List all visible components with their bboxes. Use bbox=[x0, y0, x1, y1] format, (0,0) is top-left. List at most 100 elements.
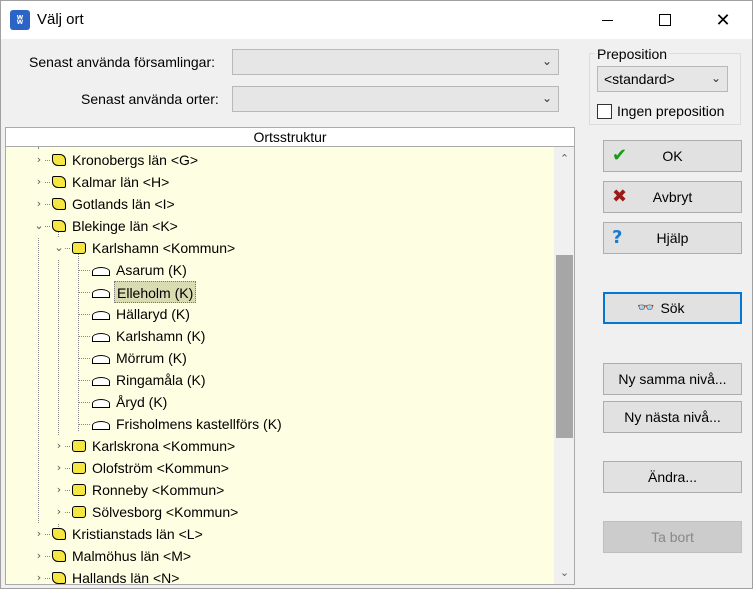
chevron-down-icon: ⌄ bbox=[541, 54, 552, 68]
tree-row-lan[interactable]: › Kristianstads län <L> bbox=[6, 523, 555, 545]
expand-chevron-icon[interactable]: › bbox=[54, 435, 64, 457]
expand-chevron-icon[interactable]: › bbox=[34, 545, 44, 567]
tree-row-label: Ringamåla (K) bbox=[116, 372, 206, 388]
tree-row-label: Kristianstads län <L> bbox=[72, 526, 203, 542]
tree-row-kommun[interactable]: › Olofström <Kommun> bbox=[6, 457, 555, 479]
tree-row-label: Karlskrona <Kommun> bbox=[92, 438, 236, 454]
place-icon bbox=[92, 311, 110, 320]
collapse-chevron-icon[interactable]: ⌄ bbox=[34, 215, 44, 237]
place-icon bbox=[92, 399, 110, 408]
new-same-level-button[interactable]: Ny samma nivå... bbox=[603, 363, 742, 395]
tree-row-ort[interactable]: Frisholmens kastellförs (K) bbox=[6, 413, 555, 435]
place-icon bbox=[92, 267, 110, 276]
place-tree[interactable]: › Kronobergs län <G> › Kalmar län <H> › Gotla… bbox=[5, 147, 555, 585]
search-button[interactable]: 👓 Sök bbox=[603, 292, 742, 324]
no-preposition-label[interactable]: Ingen preposition bbox=[617, 103, 724, 119]
tree-row-kommun[interactable]: ⌄ Karlshamn <Kommun> bbox=[6, 237, 555, 259]
tree-row-ort[interactable]: Åryd (K) bbox=[6, 391, 555, 413]
municipality-icon bbox=[72, 484, 86, 496]
tree-row-label: Mörrum (K) bbox=[116, 350, 187, 366]
collapse-chevron-icon[interactable]: ⌄ bbox=[54, 237, 64, 259]
tree-row-ort[interactable]: Elleholm (K) bbox=[6, 281, 555, 303]
tree-connector bbox=[78, 314, 90, 315]
county-icon bbox=[52, 572, 66, 584]
recent-places-combo[interactable]: ⌄ bbox=[232, 86, 559, 112]
preposition-value: <standard> bbox=[604, 71, 675, 87]
tree-row-lan[interactable]: ⌄ Blekinge län <K> bbox=[6, 215, 555, 237]
expand-chevron-icon[interactable]: › bbox=[54, 501, 64, 523]
tree-row-label: Elleholm (K) bbox=[114, 281, 197, 303]
tree-row-lan[interactable]: › Kalmar län <H> bbox=[6, 171, 555, 193]
tree-row-ort[interactable]: Mörrum (K) bbox=[6, 347, 555, 369]
chevron-down-icon: ⌄ bbox=[541, 91, 552, 105]
minimize-icon bbox=[601, 19, 613, 21]
tree-header: Ortsstruktur bbox=[5, 127, 575, 147]
expand-chevron-icon[interactable]: › bbox=[54, 457, 64, 479]
chevron-down-icon: ⌄ bbox=[710, 71, 721, 85]
binoculars-icon: 👓 bbox=[637, 300, 655, 316]
scroll-down-icon[interactable]: ⌄ bbox=[554, 563, 575, 583]
tree-row-label: Karlshamn <Kommun> bbox=[92, 240, 236, 256]
tree-row-lan[interactable]: › Kronobergs län <G> bbox=[6, 149, 555, 171]
tree-row-lan[interactable]: › Malmöhus län <M> bbox=[6, 545, 555, 567]
tree-row-ort[interactable]: Hällaryd (K) bbox=[6, 303, 555, 325]
cancel-button-label: Avbryt bbox=[652, 189, 693, 205]
recent-parishes-combo[interactable]: ⌄ bbox=[232, 49, 559, 75]
tree-row-lan[interactable]: › Hallands län <N> bbox=[6, 567, 555, 584]
help-button[interactable]: ? Hjälp bbox=[603, 222, 742, 254]
tree-row-kommun[interactable]: › Ronneby <Kommun> bbox=[6, 479, 555, 501]
title-bar: ʬ Välj ort ✕ bbox=[1, 1, 752, 39]
tree-row-label: Sölvesborg <Kommun> bbox=[92, 504, 239, 520]
preposition-select[interactable]: <standard> ⌄ bbox=[597, 66, 728, 92]
place-icon bbox=[92, 421, 110, 430]
question-icon: ? bbox=[612, 227, 623, 248]
recent-parishes-label: Senast använda församlingar: bbox=[29, 54, 215, 70]
window-title: Välj ort bbox=[37, 11, 84, 28]
new-next-level-button[interactable]: Ny nästa nivå... bbox=[603, 401, 742, 433]
municipality-icon bbox=[72, 242, 86, 254]
place-icon bbox=[92, 377, 110, 386]
tree-row-kommun[interactable]: › Karlskrona <Kommun> bbox=[6, 435, 555, 457]
county-icon bbox=[52, 550, 66, 562]
place-icon bbox=[92, 289, 110, 298]
edit-button-label: Ändra... bbox=[647, 469, 698, 485]
tree-row-ort[interactable]: Ringamåla (K) bbox=[6, 369, 555, 391]
minimize-button[interactable] bbox=[578, 1, 636, 39]
expand-chevron-icon[interactable]: › bbox=[34, 523, 44, 545]
cancel-button[interactable]: ✖ Avbryt bbox=[603, 181, 742, 213]
county-icon bbox=[52, 220, 66, 232]
expand-chevron-icon[interactable]: › bbox=[54, 479, 64, 501]
search-button-label: Sök bbox=[660, 300, 685, 316]
edit-button[interactable]: Ändra... bbox=[603, 461, 742, 493]
expand-chevron-icon[interactable]: › bbox=[34, 171, 44, 193]
expand-chevron-icon[interactable]: › bbox=[34, 149, 44, 171]
help-button-label: Hjälp bbox=[656, 230, 689, 246]
scroll-up-icon[interactable]: ⌃ bbox=[554, 149, 575, 169]
tree-row-label: Ronneby <Kommun> bbox=[92, 482, 225, 498]
county-icon bbox=[52, 198, 66, 210]
tree-row-ort[interactable]: Karlshamn (K) bbox=[6, 325, 555, 347]
close-button[interactable]: ✕ bbox=[694, 1, 752, 39]
county-icon bbox=[52, 528, 66, 540]
scroll-thumb[interactable] bbox=[556, 255, 573, 438]
tree-row-label: Olofström <Kommun> bbox=[92, 460, 229, 476]
new-same-level-label: Ny samma nivå... bbox=[618, 371, 727, 387]
new-next-level-label: Ny nästa nivå... bbox=[624, 409, 721, 425]
expand-chevron-icon[interactable]: › bbox=[34, 567, 44, 584]
municipality-icon bbox=[72, 462, 86, 474]
cross-icon: ✖ bbox=[612, 186, 628, 207]
tree-scrollbar[interactable]: ⌃ ⌄ bbox=[554, 147, 575, 585]
maximize-button[interactable] bbox=[636, 1, 694, 39]
tree-row-label: Frisholmens kastellförs (K) bbox=[116, 416, 282, 432]
no-preposition-checkbox[interactable] bbox=[597, 104, 612, 119]
expand-chevron-icon[interactable]: › bbox=[34, 193, 44, 215]
tree-row-label: Malmöhus län <M> bbox=[72, 548, 192, 564]
tree-row-ort[interactable]: Asarum (K) bbox=[6, 259, 555, 281]
tree-connector bbox=[78, 358, 90, 359]
tree-connector bbox=[78, 336, 90, 337]
tree-row-label: Gotlands län <I> bbox=[72, 196, 175, 212]
tree-row-kommun[interactable]: › Sölvesborg <Kommun> bbox=[6, 501, 555, 523]
ok-button[interactable]: ✔ OK bbox=[603, 140, 742, 172]
maximize-icon bbox=[659, 14, 671, 26]
tree-row-lan[interactable]: › Gotlands län <I> bbox=[6, 193, 555, 215]
